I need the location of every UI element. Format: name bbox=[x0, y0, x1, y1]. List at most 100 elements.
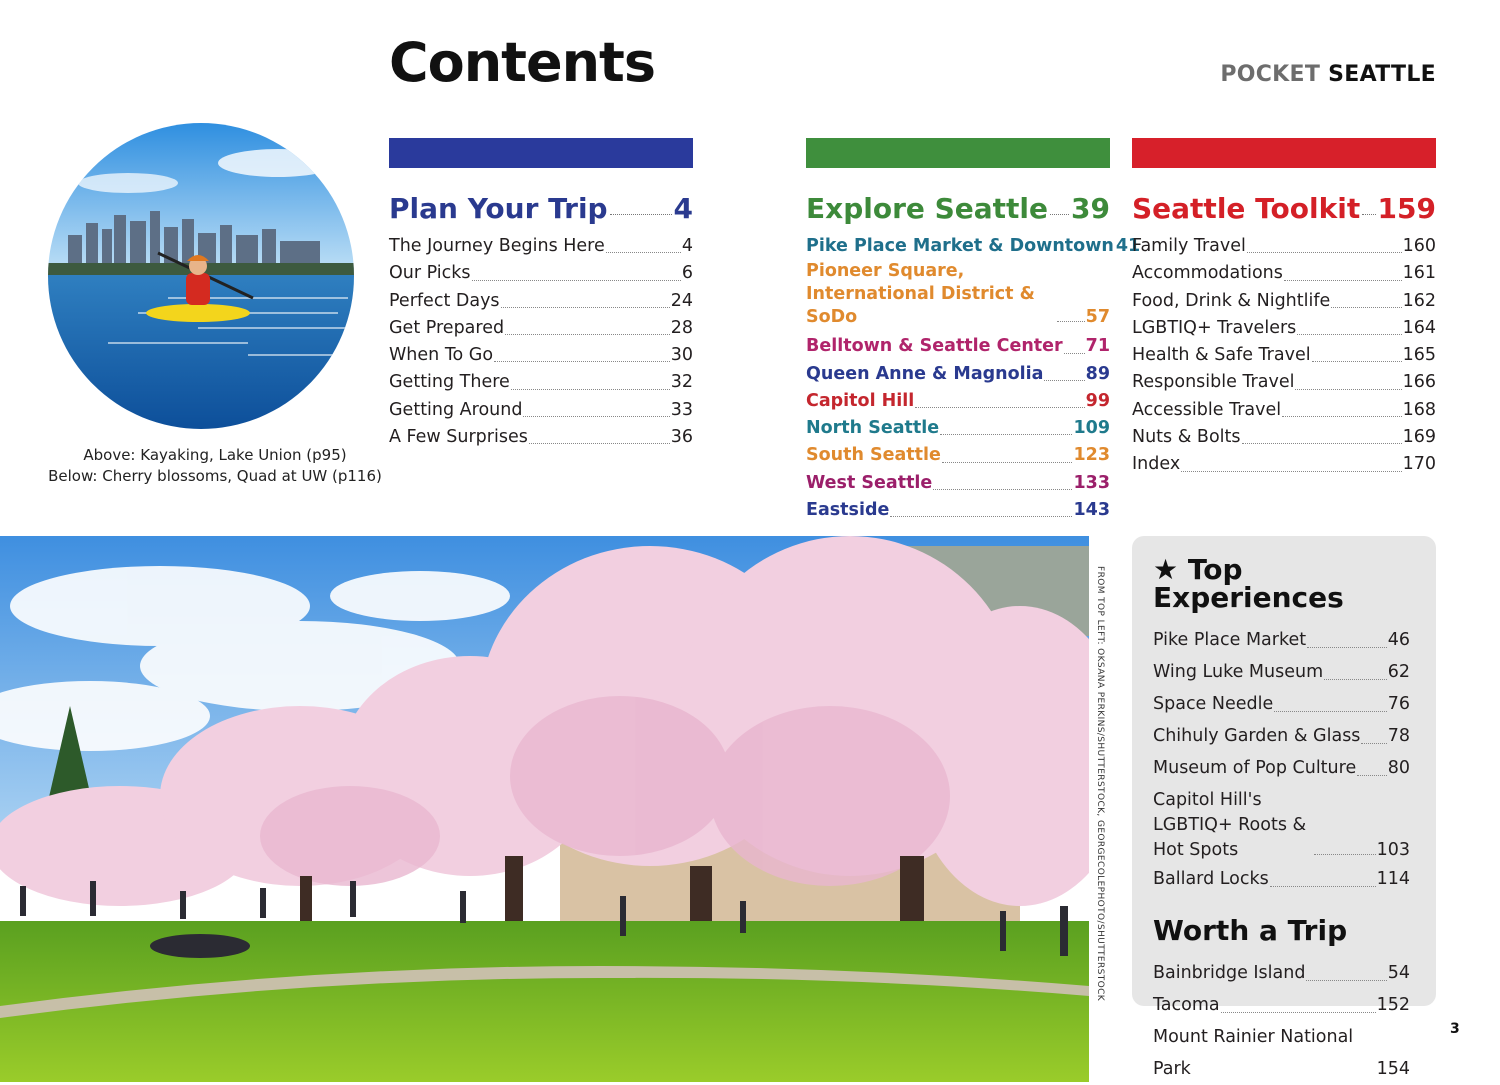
section-color-bar bbox=[1132, 138, 1436, 168]
toc-entry-label: LGBTIQ+ Travelers bbox=[1132, 317, 1297, 338]
sidebar-entry[interactable]: Ballard Locks 114 bbox=[1153, 863, 1410, 895]
sidebar-entry-label: Wing Luke Museum bbox=[1153, 662, 1324, 682]
toc-entry-label: Getting There bbox=[389, 372, 510, 393]
toc-entry[interactable]: Nuts & Bolts 169 bbox=[1132, 424, 1436, 451]
toc-entry-label: Getting Around bbox=[389, 399, 523, 420]
section-heading[interactable]: Explore Seattle 39 bbox=[806, 183, 1110, 223]
toc-entry[interactable]: West Seattle 133 bbox=[806, 470, 1110, 497]
section-heading[interactable]: Seattle Toolkit 159 bbox=[1132, 183, 1436, 223]
dot-leader bbox=[605, 252, 681, 254]
sidebar-entry[interactable]: Bainbridge Island 54 bbox=[1153, 957, 1410, 989]
toc-entry-page: 165 bbox=[1402, 345, 1436, 366]
section-explore-seattle: Explore Seattle 39 Pike Place Market & Dow… bbox=[806, 138, 1140, 524]
toc-entry[interactable]: Pike Place Market & Downtown 41 bbox=[806, 233, 1140, 260]
toc-entry[interactable]: Get Prepared 28 bbox=[389, 315, 693, 342]
toc-entry[interactable]: Getting Around 33 bbox=[389, 397, 693, 424]
toc-entry-page: 170 bbox=[1402, 454, 1436, 475]
photo-credit: FROM TOP LEFT: OKSANA PERKINS/SHUTTERSTO… bbox=[1092, 566, 1108, 1001]
toc-entry[interactable]: Responsible Travel 166 bbox=[1132, 369, 1436, 396]
toc-entry[interactable]: Eastside 143 bbox=[806, 497, 1110, 524]
toc-entry[interactable]: Capitol Hill 99 bbox=[806, 388, 1110, 415]
toc-entry-page: 143 bbox=[1073, 500, 1110, 521]
sidebar-entry-page: 46 bbox=[1387, 630, 1410, 650]
brand-seattle: SEATTLE bbox=[1328, 62, 1436, 87]
dot-leader bbox=[1295, 388, 1402, 390]
toc-entry[interactable]: Family Travel 160 bbox=[1132, 233, 1436, 260]
toc-entry-page: 160 bbox=[1402, 236, 1436, 256]
sidebar-entry-label: Capitol Hill's LGBTIQ+ Roots & Hot Spots bbox=[1153, 790, 1307, 860]
section-color-bar bbox=[806, 138, 1110, 168]
dot-leader bbox=[1241, 443, 1402, 445]
toc-entry-page: 161 bbox=[1402, 263, 1436, 284]
toc-entry[interactable]: Belltown & Seattle Center 71 bbox=[806, 333, 1110, 360]
section-seattle-toolkit: Seattle Toolkit 159 Family Travel 160 Accomm… bbox=[1132, 138, 1436, 479]
toc-entry[interactable]: The Journey Begins Here 4 bbox=[389, 233, 693, 260]
toc-entry[interactable]: LGBTIQ+ Travelers 164 bbox=[1132, 315, 1436, 342]
section-entries: The Journey Begins Here 4 Our Picks 6 Perfec… bbox=[389, 233, 693, 451]
toc-entry[interactable]: South Seattle 123 bbox=[806, 442, 1110, 469]
sidebar-entry[interactable]: Wing Luke Museum 62 bbox=[1153, 656, 1410, 688]
dot-leader bbox=[1314, 854, 1376, 855]
sidebar-entry-page: 62 bbox=[1387, 662, 1410, 682]
page-number: 3 bbox=[1450, 1021, 1460, 1037]
toc-entry[interactable]: Food, Drink & Nightlife 162 bbox=[1132, 288, 1436, 315]
toc-entry-label: Our Picks bbox=[389, 263, 471, 284]
sidebar-entry[interactable]: Capitol Hill's LGBTIQ+ Roots & Hot Spots… bbox=[1153, 784, 1410, 863]
toc-entry[interactable]: Getting There 32 bbox=[389, 369, 693, 396]
dot-leader bbox=[940, 434, 1073, 436]
dot-leader bbox=[915, 407, 1085, 409]
section-heading[interactable]: Plan Your Trip 4 bbox=[389, 183, 693, 223]
series-brand: POCKET SEATTLE bbox=[1140, 62, 1436, 87]
toc-entry-page: 57 bbox=[1085, 307, 1110, 328]
dot-leader bbox=[1057, 321, 1085, 323]
toc-entry-page: 71 bbox=[1085, 336, 1110, 357]
toc-entry-label: Pike Place Market & Downtown bbox=[806, 236, 1114, 256]
sidebar-entry-page: 76 bbox=[1387, 694, 1410, 714]
toc-entry[interactable]: Our Picks 6 bbox=[389, 260, 693, 287]
section-title: Explore Seattle bbox=[806, 192, 1049, 225]
sidebar-entry[interactable]: Chihuly Garden & Glass 78 bbox=[1153, 720, 1410, 752]
sidebar-entry[interactable]: Tacoma 152 bbox=[1153, 989, 1410, 1021]
toc-entry-label: Accessible Travel bbox=[1132, 399, 1282, 420]
dot-leader bbox=[1361, 743, 1387, 744]
toc-entry[interactable]: A Few Surprises 36 bbox=[389, 424, 693, 451]
sidebar-entry[interactable]: Museum of Pop Culture 80 bbox=[1153, 752, 1410, 784]
toc-entry[interactable]: Perfect Days 24 bbox=[389, 288, 693, 315]
sidebar-entry[interactable]: Space Needle 76 bbox=[1153, 688, 1410, 720]
page-title: Contents bbox=[389, 31, 656, 94]
dot-leader bbox=[1050, 214, 1070, 215]
toc-entry[interactable]: Accessible Travel 168 bbox=[1132, 397, 1436, 424]
toc-entry[interactable]: Index 170 bbox=[1132, 451, 1436, 478]
sidebar-entry[interactable]: Pike Place Market 46 bbox=[1153, 624, 1410, 656]
toc-entry-label: Health & Safe Travel bbox=[1132, 345, 1311, 366]
top-experiences-heading: ★ Top Experiences bbox=[1153, 556, 1410, 612]
top-experiences-title: Top Experiences bbox=[1153, 553, 1344, 614]
toc-entry-page: 89 bbox=[1085, 363, 1110, 384]
toc-entry-label: A Few Surprises bbox=[389, 427, 528, 448]
dot-leader bbox=[1269, 886, 1376, 887]
toc-entry[interactable]: Accommodations 161 bbox=[1132, 260, 1436, 287]
dot-leader bbox=[528, 443, 670, 445]
toc-entry-page: 24 bbox=[670, 290, 693, 311]
toc-entry[interactable]: When To Go 30 bbox=[389, 342, 693, 369]
toc-entry-label: Perfect Days bbox=[389, 290, 500, 311]
toc-entry[interactable]: Queen Anne & Magnolia 89 bbox=[806, 361, 1110, 388]
toc-entry[interactable]: Health & Safe Travel 165 bbox=[1132, 342, 1436, 369]
dot-leader bbox=[471, 279, 681, 281]
photo-credit-text: FROM TOP LEFT: OKSANA PERKINS/SHUTTERSTO… bbox=[1095, 566, 1105, 1002]
sidebar-entry-page: 78 bbox=[1387, 726, 1410, 746]
toc-entry[interactable]: North Seattle 109 bbox=[806, 415, 1110, 442]
toc-entry-page: 30 bbox=[670, 345, 693, 366]
cherry-blossom-photo bbox=[0, 536, 1089, 1082]
sidebar-entry-label: Bainbridge Island bbox=[1153, 963, 1306, 983]
toc-entry-page: 99 bbox=[1085, 390, 1110, 411]
sidebar-entry[interactable]: Mount Rainier National Park 154 bbox=[1153, 1021, 1410, 1085]
section-entries: Family Travel 160 Accommodations 161 Food, D… bbox=[1132, 233, 1436, 479]
dot-leader bbox=[523, 416, 670, 418]
toc-entry[interactable]: Pioneer Square, International District &… bbox=[806, 260, 1110, 329]
caption-above: Above: Kayaking, Lake Union (p95) bbox=[83, 446, 347, 464]
toc-entry-page: 6 bbox=[681, 263, 693, 284]
toc-entry-label: Food, Drink & Nightlife bbox=[1132, 290, 1331, 311]
toc-entry-label: When To Go bbox=[389, 345, 494, 366]
sidebar-entry-page: 80 bbox=[1387, 758, 1410, 778]
